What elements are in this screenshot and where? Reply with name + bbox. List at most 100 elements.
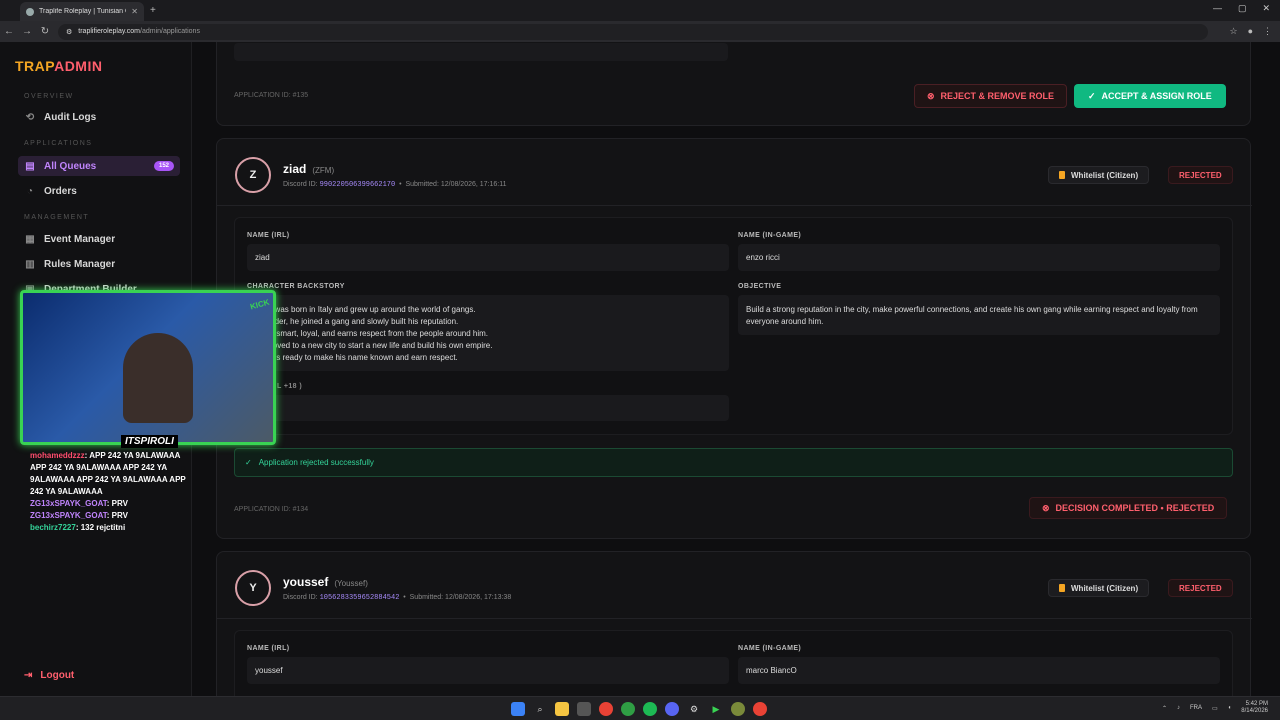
browser-tab[interactable]: Traplife Roleplay | Tunisian GTA ✕ bbox=[20, 2, 144, 21]
language-indicator[interactable]: FRA bbox=[1190, 705, 1202, 711]
brand-logo: TRAPADMIN bbox=[15, 58, 103, 74]
label-name-irl: NAME (IRL) bbox=[247, 645, 290, 652]
chat-message: ZG13xSPAYK_GOAT: PRV bbox=[30, 511, 128, 520]
field-name-irl: youssef bbox=[247, 657, 729, 684]
windows-start-icon[interactable] bbox=[511, 702, 525, 716]
section-management: MANAGEMENT bbox=[24, 214, 90, 221]
search-icon[interactable]: ⌕ bbox=[533, 702, 547, 716]
label-name-ingame: NAME (IN-GAME) bbox=[738, 645, 802, 652]
applicant-meta: Discord ID: 1056283359652884542 • Submit… bbox=[283, 594, 512, 602]
address-bar-row: ← → ↻ ⚙ traplifieroleplay.com /admin/app… bbox=[0, 21, 1280, 42]
check-circle-icon: ✓ bbox=[1088, 90, 1096, 101]
clock-icon: ⟲ bbox=[25, 112, 35, 123]
store-icon[interactable] bbox=[577, 702, 591, 716]
whitelist-tag: Whitelist (Citizen) bbox=[1048, 166, 1150, 184]
maximize-icon[interactable]: ▢ bbox=[1238, 3, 1247, 14]
avatar: Y bbox=[235, 570, 271, 606]
chrome-active-icon[interactable] bbox=[753, 702, 767, 716]
bookmark-star-icon[interactable]: ☆ bbox=[1229, 26, 1237, 37]
field-partial bbox=[247, 395, 729, 421]
book-icon: ▥ bbox=[25, 259, 35, 270]
app-icon[interactable] bbox=[621, 702, 635, 716]
url-domain: traplifieroleplay.com bbox=[78, 28, 141, 35]
reload-icon[interactable]: ↻ bbox=[36, 26, 54, 37]
close-tab-icon[interactable]: ✕ bbox=[131, 7, 138, 16]
application-id: APPLICATION ID: #134 bbox=[234, 506, 309, 513]
volume-icon[interactable]: ◖ bbox=[1228, 705, 1232, 711]
discord-icon[interactable] bbox=[665, 702, 679, 716]
network-icon[interactable]: ▭ bbox=[1212, 705, 1218, 712]
check-circle-icon: ✓ bbox=[245, 458, 252, 467]
settings-icon[interactable]: ⚙ bbox=[687, 702, 701, 716]
play-icon[interactable]: ▶ bbox=[709, 702, 723, 716]
profile-icon[interactable]: ● bbox=[1248, 26, 1253, 37]
application-card-135: APPLICATION ID: #135 ⊗ REJECT & REMOVE RO… bbox=[216, 42, 1251, 126]
avatar: Z bbox=[235, 157, 271, 193]
sidebar-item-orders[interactable]: ◔ Orders bbox=[24, 186, 77, 197]
submitted-date: Submitted: 12/08/2026, 17:13:38 bbox=[409, 594, 512, 601]
streamer-name: ITSPIROLI bbox=[121, 435, 178, 448]
cart-icon: ◔ bbox=[26, 186, 34, 197]
label-name-ingame: NAME (IN-GAME) bbox=[738, 232, 802, 239]
browser-tab-bar: Traplife Roleplay | Tunisian GTA ✕ + — ▢… bbox=[0, 0, 1280, 21]
back-icon[interactable]: ← bbox=[0, 26, 18, 37]
site-info-icon[interactable]: ⚙ bbox=[66, 28, 72, 36]
field-objective: Build a strong reputation in the city, m… bbox=[738, 295, 1220, 335]
logout-button[interactable]: ⇥ Logout bbox=[24, 670, 74, 681]
streamer-silhouette bbox=[123, 333, 193, 423]
applicant-alias: (Youssef) bbox=[334, 579, 368, 588]
chrome-icon[interactable] bbox=[599, 702, 613, 716]
spotify-icon[interactable] bbox=[643, 702, 657, 716]
applicant-meta: Discord ID: 990220506399662170 • Submitt… bbox=[283, 181, 507, 189]
label-backstory: CHARACTER BACKSTORY bbox=[247, 283, 345, 290]
label-objective: OBJECTIVE bbox=[738, 283, 782, 290]
application-card-134: Z ziad (ZFM) Discord ID: 9902205063996621… bbox=[216, 138, 1252, 539]
document-icon: ▤ bbox=[25, 160, 35, 172]
application-id: APPLICATION ID: #135 bbox=[234, 92, 309, 99]
sidebar-item-event-manager[interactable]: ▦ Event Manager bbox=[24, 234, 115, 245]
applicant-name: ziad (ZFM) bbox=[283, 162, 335, 176]
sidebar-item-all-queues[interactable]: ▤ All Queues 152 bbox=[18, 156, 180, 176]
x-circle-icon: ⊗ bbox=[1042, 502, 1050, 513]
taskbar: ⌕ ⚙ ▶ ⌃ ♪ FRA ▭ ◖ 5:42 PM 8/14/2026 bbox=[0, 696, 1280, 720]
discord-id: 1056283359652884542 bbox=[319, 594, 400, 602]
chat-message: bechirz7227: 132 rejctitni bbox=[30, 523, 126, 532]
new-tab-icon[interactable]: + bbox=[150, 5, 156, 16]
close-window-icon[interactable]: ✕ bbox=[1262, 3, 1270, 14]
accept-assign-role-button[interactable]: ✓ ACCEPT & ASSIGN ROLE bbox=[1074, 84, 1226, 108]
chat-message: mohameddzzz: APP 242 YA 9ALAWAAA APP 242… bbox=[30, 451, 186, 496]
applicant-name: youssef (Youssef) bbox=[283, 575, 368, 589]
tray-chevron-icon[interactable]: ⌃ bbox=[1162, 705, 1167, 712]
stream-chat: mohameddzzz: APP 242 YA 9ALAWAAA APP 242… bbox=[30, 450, 190, 534]
clock[interactable]: 5:42 PM 8/14/2026 bbox=[1241, 701, 1268, 715]
sidebar-item-audit-logs[interactable]: ⟲ Audit Logs bbox=[24, 112, 96, 123]
url-input[interactable]: ⚙ traplifieroleplay.com /admin/applicati… bbox=[58, 23, 1208, 40]
submitted-date: Submitted: 12/08/2026, 17:16:11 bbox=[405, 181, 507, 188]
game-icon[interactable] bbox=[731, 702, 745, 716]
x-circle-icon: ⊗ bbox=[927, 90, 935, 101]
status-badge: REJECTED bbox=[1168, 166, 1233, 184]
field-name-ingame: enzo ricci bbox=[738, 244, 1220, 271]
field-backstory: Ricci was born in Italy and grew up arou… bbox=[247, 295, 729, 371]
status-badge: REJECTED bbox=[1168, 579, 1233, 597]
section-overview: OVERVIEW bbox=[24, 93, 74, 100]
tab-title: Traplife Roleplay | Tunisian GTA bbox=[39, 8, 126, 15]
applicant-alias: (ZFM) bbox=[312, 166, 335, 175]
divider bbox=[217, 205, 1252, 206]
application-card-133: Y youssef (Youssef) Discord ID: 105628335… bbox=[216, 551, 1252, 696]
url-path: /admin/applications bbox=[140, 28, 200, 35]
mic-icon[interactable]: ♪ bbox=[1177, 705, 1180, 711]
forward-icon[interactable]: → bbox=[18, 26, 36, 37]
sidebar-item-rules-manager[interactable]: ▥ Rules Manager bbox=[24, 259, 115, 270]
section-applications: APPLICATIONS bbox=[24, 140, 93, 147]
logout-icon: ⇥ bbox=[24, 670, 33, 681]
discord-id: 990220506399662170 bbox=[319, 181, 396, 189]
label-name-irl: NAME (IRL) bbox=[247, 232, 290, 239]
window-controls: — ▢ ✕ bbox=[1213, 3, 1270, 14]
menu-icon[interactable]: ⋮ bbox=[1263, 26, 1272, 37]
reject-remove-role-button[interactable]: ⊗ REJECT & REMOVE ROLE bbox=[914, 84, 1068, 108]
calendar-icon: ▦ bbox=[25, 234, 35, 245]
file-explorer-icon[interactable] bbox=[555, 702, 569, 716]
minimize-icon[interactable]: — bbox=[1213, 3, 1222, 14]
webcam-overlay: ITSPIROLI bbox=[20, 290, 276, 448]
